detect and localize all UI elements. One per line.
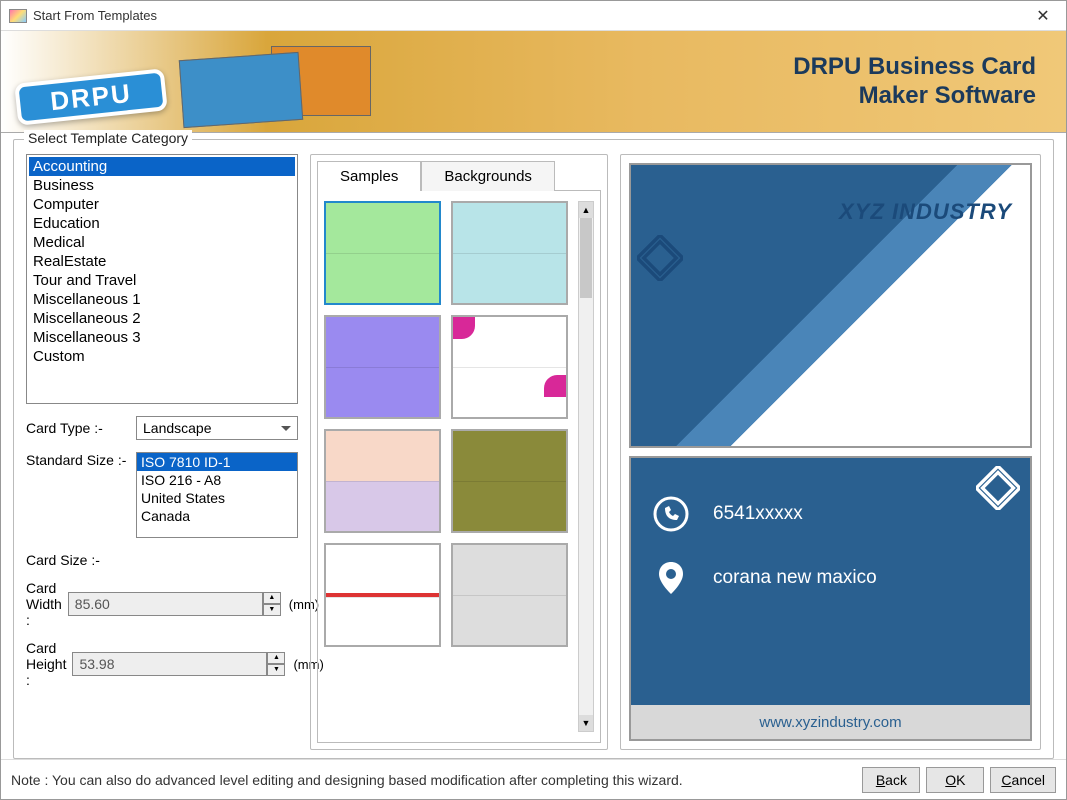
thumbnail-scrollbar[interactable]: ▲ ▼ bbox=[578, 201, 594, 732]
left-column: AccountingBusinessComputerEducationMedic… bbox=[26, 154, 298, 750]
preview-phone-row: 6541xxxxx bbox=[651, 494, 803, 534]
category-item[interactable]: Computer bbox=[29, 195, 295, 214]
category-list[interactable]: AccountingBusinessComputerEducationMedic… bbox=[26, 154, 298, 404]
size-item[interactable]: ISO 7810 ID-1 bbox=[137, 453, 297, 471]
template-thumb[interactable] bbox=[324, 201, 441, 305]
card-height-input[interactable] bbox=[72, 652, 267, 676]
scroll-up-icon[interactable]: ▲ bbox=[579, 202, 593, 218]
banner-graphics: DRPU bbox=[1, 31, 381, 132]
card-preview-back: 6541xxxxx corana new maxico www.xyzindus… bbox=[629, 456, 1032, 741]
preview-front-url: www.xyzindustry.com bbox=[631, 415, 1030, 432]
app-icon bbox=[9, 9, 27, 23]
banner-title: DRPU Business Card Maker Software bbox=[793, 53, 1036, 111]
card-width-row: Card Width : ▲▼ (mm) bbox=[26, 580, 298, 628]
tab-backgrounds[interactable]: Backgrounds bbox=[421, 161, 555, 191]
template-thumb[interactable] bbox=[451, 315, 568, 419]
card-width-label: Card Width : bbox=[26, 580, 62, 628]
card-type-select[interactable]: Landscape bbox=[136, 416, 298, 440]
template-thumb[interactable] bbox=[451, 543, 568, 647]
card-type-label: Card Type :- bbox=[26, 420, 130, 436]
banner-title-line1: DRPU Business Card bbox=[793, 53, 1036, 82]
template-thumb[interactable] bbox=[324, 543, 441, 647]
scroll-down-icon[interactable]: ▼ bbox=[579, 715, 593, 731]
category-item[interactable]: Medical bbox=[29, 233, 295, 252]
preview-phone: 6541xxxxx bbox=[713, 503, 803, 525]
cancel-button[interactable]: Cancel bbox=[990, 767, 1056, 793]
preview-panel: XYZ INDUSTRY www.xyzindustry.com 6541xxx… bbox=[620, 154, 1041, 750]
banner-title-line2: Maker Software bbox=[793, 82, 1036, 111]
preview-address-row: corana new maxico bbox=[651, 558, 877, 598]
banner: DRPU DRPU Business Card Maker Software bbox=[1, 31, 1066, 133]
card-width-input[interactable] bbox=[68, 592, 263, 616]
standard-size-label: Standard Size :- bbox=[26, 452, 130, 468]
logo-diamond-icon bbox=[976, 466, 1020, 513]
scroll-thumb[interactable] bbox=[580, 218, 592, 298]
window: Start From Templates ✕ DRPU DRPU Busines… bbox=[0, 0, 1067, 800]
scroll-track[interactable] bbox=[579, 218, 593, 715]
close-button[interactable]: ✕ bbox=[1020, 1, 1066, 31]
standard-size-row: Standard Size :- ISO 7810 ID-1ISO 216 - … bbox=[26, 452, 298, 538]
footer: Note : You can also do advanced level ed… bbox=[1, 759, 1066, 799]
template-thumb[interactable] bbox=[451, 201, 568, 305]
card-type-value: Landscape bbox=[143, 420, 212, 436]
card-height-label: Card Height : bbox=[26, 640, 66, 688]
preview-back-url: www.xyzindustry.com bbox=[631, 705, 1030, 739]
standard-size-list[interactable]: ISO 7810 ID-1ISO 216 - A8United StatesCa… bbox=[136, 452, 298, 538]
tab-body: ▲ ▼ bbox=[317, 190, 601, 743]
content: Select Template Category AccountingBusin… bbox=[1, 133, 1066, 759]
back-button[interactable]: Back bbox=[862, 767, 920, 793]
fieldset-legend: Select Template Category bbox=[24, 130, 192, 146]
thumbnail-grid bbox=[324, 201, 568, 732]
samples-panel: Samples Backgrounds ▲ bbox=[310, 154, 608, 750]
category-item[interactable]: Tour and Travel bbox=[29, 271, 295, 290]
category-item[interactable]: Miscellaneous 1 bbox=[29, 290, 295, 309]
titlebar: Start From Templates ✕ bbox=[1, 1, 1066, 31]
category-item[interactable]: Education bbox=[29, 214, 295, 233]
category-item[interactable]: Miscellaneous 3 bbox=[29, 328, 295, 347]
brand-badge: DRPU bbox=[14, 68, 168, 125]
category-item[interactable]: Custom bbox=[29, 347, 295, 366]
location-pin-icon bbox=[651, 558, 691, 598]
template-thumb[interactable] bbox=[324, 429, 441, 533]
template-thumb[interactable] bbox=[451, 429, 568, 533]
category-item[interactable]: Miscellaneous 2 bbox=[29, 309, 295, 328]
preview-address: corana new maxico bbox=[713, 567, 877, 589]
banner-deco-card bbox=[179, 52, 303, 128]
window-title: Start From Templates bbox=[33, 8, 1020, 23]
category-item[interactable]: Accounting bbox=[29, 157, 295, 176]
size-item[interactable]: ISO 216 - A8 bbox=[137, 471, 297, 489]
card-size-label: Card Size :- bbox=[26, 552, 298, 568]
preview-company-name: XYZ INDUSTRY bbox=[839, 199, 1012, 225]
footer-note: Note : You can also do advanced level ed… bbox=[11, 772, 856, 788]
phone-icon bbox=[651, 494, 691, 534]
card-width-spinner[interactable]: ▲▼ bbox=[68, 592, 281, 616]
category-item[interactable]: RealEstate bbox=[29, 252, 295, 271]
card-height-row: Card Height : ▲▼ (mm) bbox=[26, 640, 298, 688]
tab-samples[interactable]: Samples bbox=[317, 161, 421, 191]
template-thumb[interactable] bbox=[324, 315, 441, 419]
tabs: Samples Backgrounds bbox=[317, 161, 601, 191]
card-width-spin-buttons[interactable]: ▲▼ bbox=[263, 592, 281, 616]
ok-button[interactable]: OK bbox=[926, 767, 984, 793]
card-height-spin-buttons[interactable]: ▲▼ bbox=[267, 652, 285, 676]
size-item[interactable]: Canada bbox=[137, 507, 297, 525]
size-item[interactable]: United States bbox=[137, 489, 297, 507]
template-category-fieldset: Select Template Category AccountingBusin… bbox=[13, 139, 1054, 759]
card-preview-front: XYZ INDUSTRY www.xyzindustry.com bbox=[629, 163, 1032, 448]
category-item[interactable]: Business bbox=[29, 176, 295, 195]
logo-diamond-icon bbox=[637, 235, 683, 281]
card-height-spinner[interactable]: ▲▼ bbox=[72, 652, 285, 676]
card-type-row: Card Type :- Landscape bbox=[26, 416, 298, 440]
